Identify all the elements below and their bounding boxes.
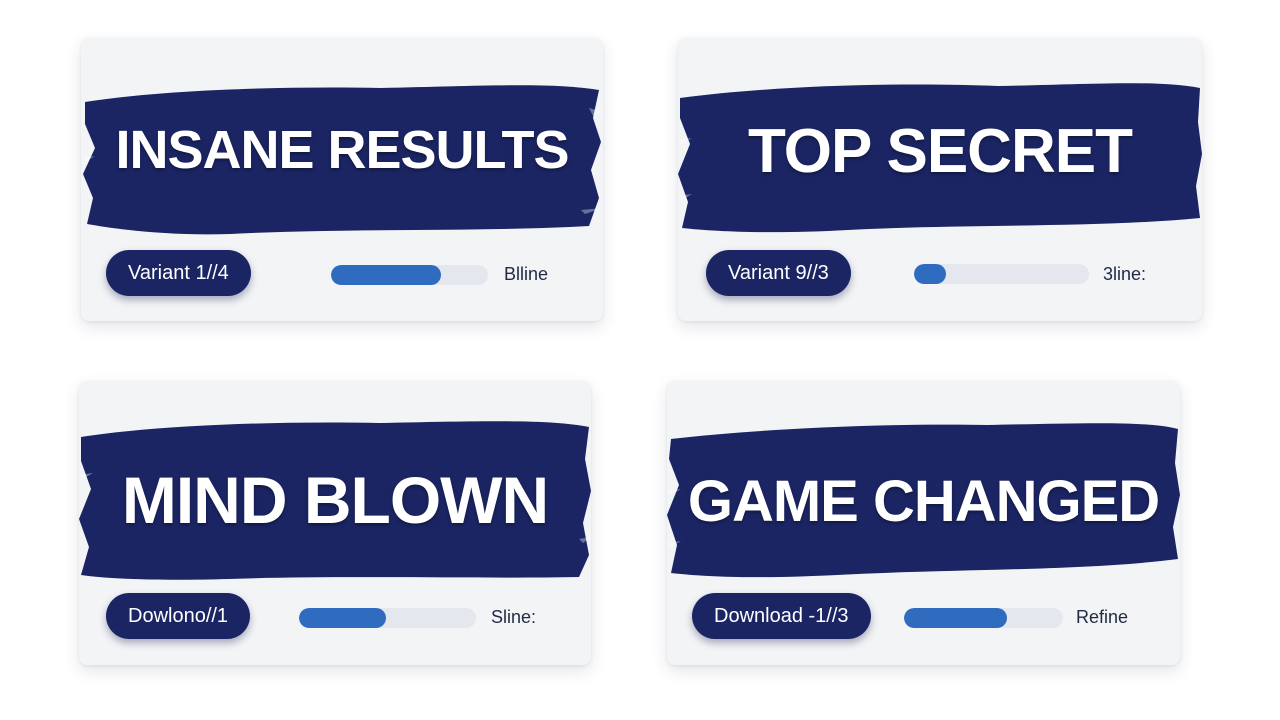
thumbnail-grid: INSANE RESULTS Variant 1//4 Blline TOP S… [0,0,1280,720]
thumbnail-card-3[interactable]: MIND BLOWN Dowlono//1 Sline: [79,381,591,665]
status-label: 3line: [1103,264,1147,284]
headline-text: MIND BLOWN [121,463,549,537]
progress-fill [299,608,386,628]
download-button[interactable]: Download -1//3 [692,593,871,639]
progress-fill [904,608,1008,628]
progress-bar [299,608,476,628]
thumbnail-card-1[interactable]: INSANE RESULTS Variant 1//4 Blline [81,38,603,321]
thumbnail-card-4[interactable]: GAME CHANGED Download -1//3 Refine [667,381,1180,665]
variant-button[interactable]: Variant 1//4 [106,250,251,296]
progress-bar [914,264,1089,284]
progress-fill [914,264,946,284]
download-button[interactable]: Dowlono//1 [106,593,251,639]
headline-text: TOP SECRET [748,116,1133,186]
progress-bar [904,608,1063,628]
status-label: Sline: [491,607,537,627]
status-label: Blline [504,264,549,284]
progress-bar [331,265,488,285]
headline-text: INSANE RESULTS [115,120,569,180]
headline-text: GAME CHANGED [687,468,1160,534]
variant-button[interactable]: Variant 9//3 [706,250,851,296]
status-label: Refine [1076,607,1129,627]
thumbnail-card-2[interactable]: TOP SECRET Variant 9//3 3line: [678,38,1202,321]
progress-fill [331,265,441,285]
